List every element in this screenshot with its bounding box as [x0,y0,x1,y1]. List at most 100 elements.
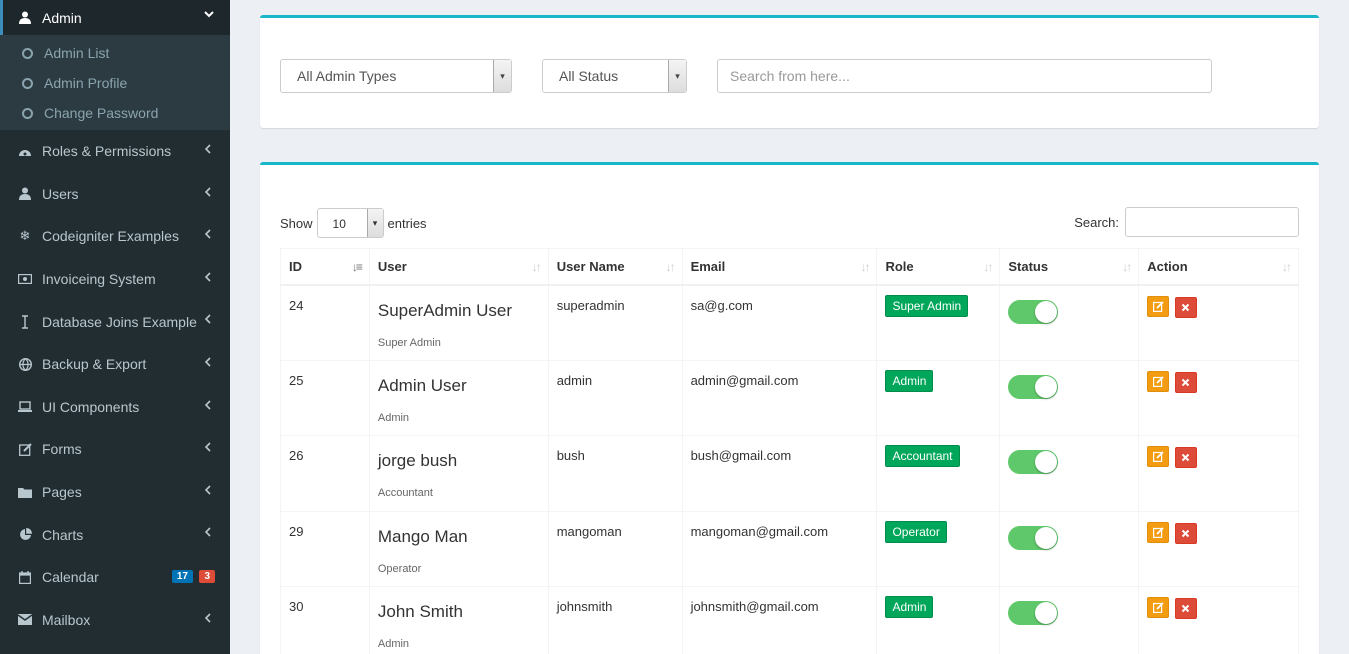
cell-email: johnsmith@gmail.com [681,586,878,654]
status-toggle[interactable] [1008,525,1059,550]
column-header-username[interactable]: User Name ↓↑ [547,248,683,286]
close-icon [1182,529,1190,537]
i-cursor-icon [18,314,32,329]
circle-icon [22,47,33,59]
table-search-input[interactable] [1125,207,1299,237]
sidebar-item-invoicing-system[interactable]: Invoiceing System [0,258,230,301]
user-icon [18,11,32,25]
edit-button[interactable] [1147,446,1170,467]
close-icon [1182,453,1190,462]
column-header-role[interactable]: Role ↓↑ [876,248,1001,286]
chevron-down-icon: ▾ [366,209,383,237]
status-toggle[interactable] [1008,601,1059,625]
cell-status [999,435,1140,512]
cell-role: Super Admin [876,284,1001,361]
user-role-sub: Super Admin [377,336,441,349]
edit-button[interactable] [1147,295,1170,317]
column-header-action[interactable]: Action ↓↑ [1138,248,1299,286]
sidebar-item-label: Charts [42,526,84,543]
cell-status [999,284,1140,361]
cell-id: 24 [280,284,370,361]
delete-button[interactable] [1174,296,1197,318]
sidebar-item-ui-components[interactable]: UI Components [0,386,230,429]
cell-email: sa@g.com [681,284,878,361]
edit-icon [1152,602,1164,613]
entries-select[interactable]: 10 ▾ [316,208,384,238]
sidebar-item-pages[interactable]: Pages [0,471,230,514]
subitem-label: Admin List [44,45,110,61]
sidebar-subitem-admin-profile[interactable]: Admin Profile [0,68,230,98]
admin-table: ID ↓≡ User ↓↑ User Name ↓↑ Email ↓↑ Role ↓↑ S… [280,248,1299,654]
sidebar-item-backup-export[interactable]: Backup & Export [0,343,230,386]
column-header-user[interactable]: User ↓↑ [368,248,549,286]
globe-icon [18,357,32,371]
toggle-knob [1035,300,1058,323]
sidebar-item-admin[interactable]: Admin [0,0,230,35]
show-label: Show [280,215,313,231]
cell-id: 26 [280,435,370,512]
search-input[interactable]: Search from here... [717,59,1212,93]
sidebar-subitem-admin-list[interactable]: Admin List [0,38,230,68]
sidebar-item-charts[interactable]: Charts [0,513,230,556]
edit-button[interactable] [1147,597,1170,618]
user-role-sub: Admin [377,638,410,650]
sidebar: Admin Admin List Admin Profile Change Pa… [0,0,230,654]
sort-icon: ↓↑ [665,260,676,274]
delete-button[interactable] [1174,598,1197,619]
search-placeholder: Search from here... [730,68,850,84]
sort-icon: ↓↑ [983,260,993,274]
sidebar-item-forms[interactable]: Forms [0,428,230,471]
snowflake-icon: ❄ [19,228,31,244]
sidebar-item-calendar[interactable]: Calendar 17 3 [0,556,230,599]
column-header-id[interactable]: ID ↓≡ [280,248,370,286]
chevron-left-icon [204,612,212,626]
admin-table-box: Show 10 ▾ entries Search: ID ↓≡ User ↓↑ Us… [260,162,1319,654]
sidebar-item-label: Users [42,185,79,202]
edit-icon [1152,375,1164,387]
cell-status [999,359,1140,436]
chevron-down-icon: ▾ [668,60,686,92]
role-badge: Accountant [885,445,960,467]
calendar-badge-blue: 17 [171,569,193,583]
sidebar-item-label: Forms [42,441,82,458]
sidebar-item-database-joins[interactable]: Database Joins Example [0,300,230,343]
status-toggle[interactable] [1008,374,1059,399]
delete-button[interactable] [1174,371,1197,393]
edit-icon [1152,451,1164,462]
table-header-row: ID ↓≡ User ↓↑ User Name ↓↑ Email ↓↑ Role ↓↑ S… [280,248,1299,286]
column-header-status[interactable]: Status ↓↑ [999,248,1140,286]
status-toggle[interactable] [1008,299,1059,324]
sidebar-item-users[interactable]: Users [0,173,230,216]
chevron-left-icon [204,399,212,413]
cell-user: SuperAdmin User Super Admin [368,284,549,361]
user-role-sub: Admin [377,411,410,424]
sidebar-item-mailbox[interactable]: Mailbox [0,599,230,642]
admin-type-value: All Admin Types [297,68,397,84]
chevron-down-icon: ▾ [493,60,511,92]
calendar-icon [18,570,32,584]
admin-type-select[interactable]: All Admin Types ▾ [280,59,512,93]
user-fullname: John Smith [377,602,463,621]
sidebar-item-roles-permissions[interactable]: Roles & Permissions [0,130,230,173]
edit-button[interactable] [1147,521,1170,543]
cell-username: mangoman [547,510,683,587]
status-select[interactable]: All Status ▾ [542,59,687,93]
status-toggle[interactable] [1008,450,1059,474]
sidebar-item-label: Database Joins Example [42,313,197,330]
user-role-sub: Accountant [377,487,433,499]
sort-icon: ↓↑ [531,260,542,274]
sidebar-subitem-change-password[interactable]: Change Password [0,98,230,128]
column-header-email[interactable]: Email ↓↑ [681,248,878,286]
sidebar-item-label: Roles & Permissions [42,143,172,160]
chevron-left-icon [204,527,212,540]
cell-username: superadmin [547,284,683,361]
cell-status [999,586,1140,654]
sort-icon: ↓↑ [1122,260,1132,274]
sidebar-item-codeigniter-examples[interactable]: ❄ Codeigniter Examples [0,215,230,258]
entries-label: entries [387,215,427,231]
sort-icon: ↓↑ [860,260,870,274]
edit-button[interactable] [1147,370,1170,392]
delete-button[interactable] [1174,522,1197,544]
sidebar-item-label: Backup & Export [42,356,147,373]
delete-button[interactable] [1174,447,1197,468]
